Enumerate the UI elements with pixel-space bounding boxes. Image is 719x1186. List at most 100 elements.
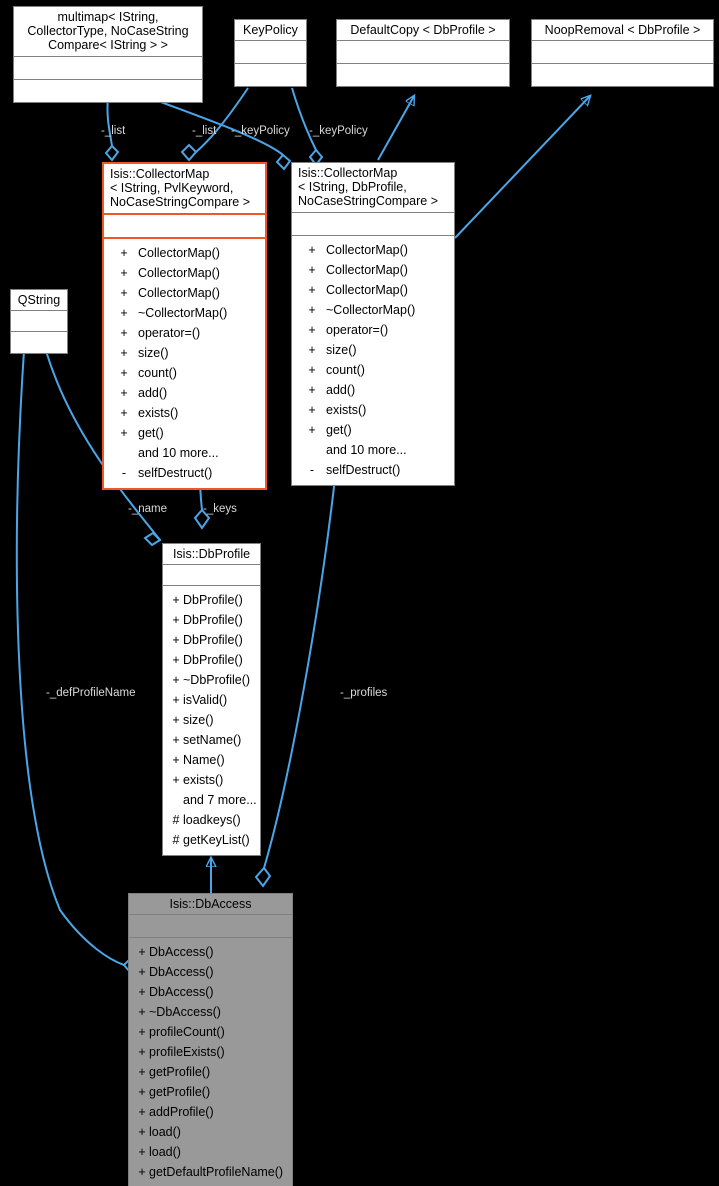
member-label: DbAccess(): [149, 945, 214, 960]
class-attributes-qstring: [11, 311, 67, 331]
member-label: size(): [138, 345, 169, 360]
class-node-qstring[interactable]: QString: [10, 289, 68, 355]
class-member-row: + Name(): [163, 750, 260, 770]
class-attributes-noopremoval: [532, 41, 713, 63]
class-member-row: + CollectorMap(): [104, 283, 265, 303]
class-member-row: + isValid(): [163, 690, 260, 710]
class-member-row: + addProfile(): [129, 1102, 292, 1122]
class-node-noopremoval[interactable]: NoopRemoval < DbProfile >: [531, 19, 714, 88]
member-label: get(): [138, 425, 164, 440]
member-label: count(): [326, 362, 365, 377]
class-member-row: + get(): [292, 420, 454, 440]
member-label: DbProfile(): [183, 633, 243, 648]
class-member-row: + load(): [129, 1142, 292, 1162]
member-label: loadkeys(): [183, 813, 241, 828]
class-member-row: + ~CollectorMap(): [104, 303, 265, 323]
class-member-row: + profileCount(): [129, 1022, 292, 1042]
class-node-collectormap-dbprofile[interactable]: Isis::CollectorMap < IString, DbProfile,…: [291, 162, 455, 486]
class-title-collectormap-pvlkeyword: Isis::CollectorMap < IString, PvlKeyword…: [110, 167, 250, 210]
member-visibility: +: [308, 262, 316, 277]
class-member-row: + operator=(): [292, 320, 454, 340]
class-attributes-keypolicy: [235, 41, 306, 63]
class-member-row: + DbProfile(): [163, 650, 260, 670]
member-label: ~CollectorMap(): [326, 302, 416, 317]
member-visibility: +: [120, 365, 128, 380]
class-member-row: + DbAccess(): [129, 982, 292, 1002]
class-operations-defaultcopy: [337, 64, 509, 86]
class-operations-dbaccess: + DbAccess() + DbAccess() + DbAccess() + ~DbAcc…: [129, 938, 292, 1186]
member-label: profileExists(): [149, 1045, 225, 1060]
member-visibility: +: [138, 1065, 146, 1080]
edge-defaultcopy-generalization: [377, 96, 414, 161]
member-label: operator=(): [138, 325, 201, 340]
member-visibility: +: [120, 285, 128, 300]
member-visibility: +: [138, 945, 146, 960]
member-label: Name(): [183, 753, 225, 768]
member-label: add(): [138, 385, 168, 400]
class-member-row: + get(): [104, 423, 265, 443]
member-visibility: +: [308, 422, 316, 437]
class-attributes-multimap: [14, 57, 202, 79]
member-visibility: #: [172, 813, 180, 828]
class-title-multimap: multimap< IString, CollectorType, NoCase…: [27, 10, 189, 53]
member-label: DbAccess(): [149, 965, 214, 980]
member-label: setName(): [183, 733, 242, 748]
class-member-row: + size(): [292, 340, 454, 360]
member-visibility: +: [172, 633, 180, 648]
member-visibility: +: [172, 613, 180, 628]
member-label: CollectorMap(): [326, 242, 408, 257]
class-member-row: # loadkeys(): [163, 810, 260, 830]
class-member-row: + setName(): [163, 730, 260, 750]
class-member-row: + DbProfile(): [163, 590, 260, 610]
member-label: selfDestruct(): [326, 462, 401, 477]
class-node-multimap[interactable]: multimap< IString, CollectorType, NoCase…: [13, 6, 203, 103]
class-member-row: + exists(): [104, 403, 265, 423]
member-visibility: +: [172, 713, 180, 728]
class-member-row: + getProfile(): [129, 1082, 292, 1102]
class-node-dbprofile[interactable]: Isis::DbProfile + DbProfile() + DbProfile()…: [162, 543, 261, 857]
edge-label-profiles: -_profiles: [340, 687, 388, 699]
member-visibility: +: [172, 593, 180, 608]
class-node-collectormap-pvlkeyword[interactable]: Isis::CollectorMap < IString, PvlKeyword…: [102, 162, 267, 490]
class-member-row: - selfDestruct(): [104, 463, 265, 483]
class-node-keypolicy[interactable]: KeyPolicy: [234, 19, 307, 88]
member-label: ~CollectorMap(): [138, 305, 228, 320]
class-member-row: + CollectorMap(): [104, 243, 265, 263]
member-label: ~DbProfile(): [183, 673, 251, 688]
member-label: CollectorMap(): [138, 245, 220, 260]
class-member-row: + count(): [292, 360, 454, 380]
class-member-row: + exists(): [292, 400, 454, 420]
member-label: and 7 more...: [183, 793, 257, 808]
class-member-row: + getDefaultProfileName(): [129, 1162, 292, 1182]
member-label: load(): [149, 1145, 181, 1160]
member-label: ~DbAccess(): [149, 1005, 221, 1020]
class-member-row: + ~DbAccess(): [129, 1002, 292, 1022]
member-label: CollectorMap(): [138, 285, 220, 300]
class-attributes-collectormap-pvlkeyword: [104, 215, 265, 237]
member-label: getProfile(): [149, 1085, 211, 1100]
member-label: exists(): [183, 773, 224, 788]
class-operations-collectormap-dbprofile: + CollectorMap() + CollectorMap() + Collector…: [292, 236, 454, 485]
class-member-row: + CollectorMap(): [292, 240, 454, 260]
member-visibility: #: [172, 833, 180, 848]
member-visibility: +: [172, 773, 180, 788]
class-attributes-dbaccess: [129, 915, 292, 937]
class-member-row: + CollectorMap(): [292, 260, 454, 280]
class-title-collectormap-dbprofile: Isis::CollectorMap < IString, DbProfile,…: [298, 166, 438, 209]
edge-label-list-right: -_list: [192, 125, 217, 137]
class-node-dbaccess[interactable]: Isis::DbAccess + DbAccess() + DbAccess() + Db…: [128, 893, 293, 1186]
class-member-row: + profileExists(): [129, 1042, 292, 1062]
member-visibility: +: [138, 1125, 146, 1140]
class-node-defaultcopy[interactable]: DefaultCopy < DbProfile >: [336, 19, 510, 88]
member-label: DbProfile(): [183, 653, 243, 668]
member-visibility: +: [308, 362, 316, 377]
class-member-row: + size(): [104, 343, 265, 363]
member-visibility: +: [308, 302, 316, 317]
member-label: CollectorMap(): [326, 282, 408, 297]
member-visibility: +: [120, 325, 128, 340]
edge-label-keypolicy-right: -_keyPolicy: [309, 125, 368, 137]
member-visibility: +: [308, 282, 316, 297]
member-label: DbProfile(): [183, 593, 243, 608]
class-member-row: +and 10 more...: [104, 443, 265, 463]
member-visibility: +: [138, 1005, 146, 1020]
